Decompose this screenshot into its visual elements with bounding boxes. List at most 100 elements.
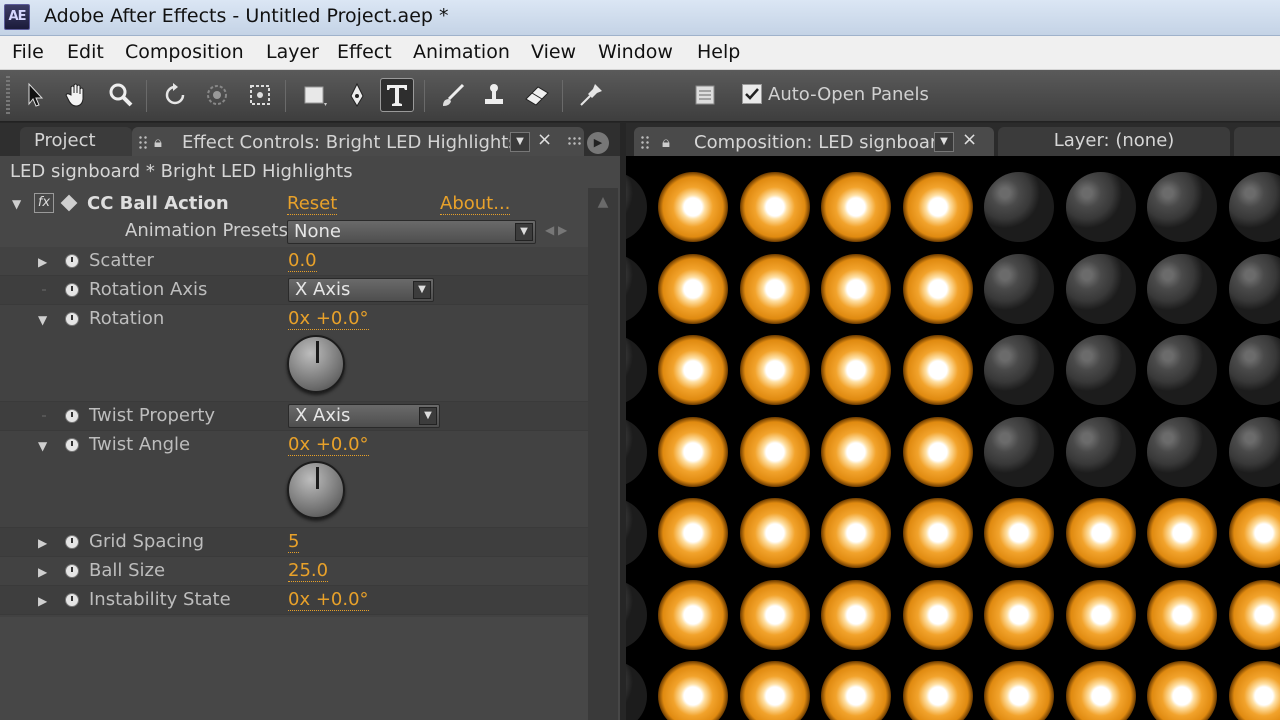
- puppet-pin-tool-icon[interactable]: [574, 78, 608, 112]
- twirl-down-icon[interactable]: ▼: [12, 197, 21, 211]
- tab-dropdown-icon[interactable]: ▼: [934, 132, 954, 152]
- instability-state-value[interactable]: 0x +0.0°: [288, 589, 369, 611]
- twist-angle-value[interactable]: 0x +0.0°: [288, 434, 369, 456]
- menu-animation[interactable]: Animation: [413, 41, 510, 63]
- led-ball-lit: [1065, 661, 1136, 720]
- workspace-panel-icon[interactable]: [688, 78, 722, 112]
- type-tool-icon[interactable]: [380, 78, 414, 112]
- orbit-camera-tool-icon[interactable]: [200, 78, 234, 112]
- lock-icon[interactable]: 🔒︎: [154, 133, 162, 151]
- property-label: Rotation Axis: [89, 279, 208, 300]
- led-ball-lit: [739, 416, 810, 487]
- led-ball-lit: [821, 661, 891, 720]
- stopwatch-icon[interactable]: [65, 283, 79, 297]
- stopwatch-icon[interactable]: [65, 593, 79, 607]
- twirl-right-icon[interactable]: ▶: [38, 255, 47, 269]
- property-label: Twist Angle: [89, 434, 191, 455]
- twirl-right-icon[interactable]: ▶: [38, 594, 47, 608]
- pan-behind-tool-icon[interactable]: [243, 78, 277, 112]
- property-row-ball-size: ▶ Ball Size 25.0: [0, 557, 588, 586]
- eraser-tool-icon[interactable]: [520, 78, 554, 112]
- rotation-dial[interactable]: [287, 335, 345, 393]
- tab-composition[interactable]: 🔒︎ Composition: LED signboard ▼ ×: [634, 127, 994, 156]
- selection-tool-icon[interactable]: [18, 78, 52, 112]
- grid-spacing-value[interactable]: 5: [288, 531, 300, 553]
- menu-effect[interactable]: Effect: [337, 41, 392, 63]
- property-row-scatter: ▶ Scatter 0.0: [0, 247, 588, 276]
- effect-controls-panel: Project 🔒︎ Effect Controls: Bright LED H…: [0, 123, 620, 720]
- menu-file[interactable]: File: [12, 41, 44, 63]
- title-bar: AE Adobe After Effects - Untitled Projec…: [0, 0, 1280, 36]
- twist-angle-dial[interactable]: [287, 461, 345, 519]
- stopwatch-icon[interactable]: [65, 535, 79, 549]
- stopwatch-icon[interactable]: [65, 564, 79, 578]
- animation-presets-dropdown[interactable]: None ▼: [287, 220, 536, 244]
- led-ball-lit: [902, 335, 973, 405]
- led-ball-lit: [821, 416, 891, 487]
- chevron-down-icon[interactable]: ▼: [419, 407, 437, 425]
- stopwatch-icon[interactable]: [65, 438, 79, 452]
- tab-grip-icon[interactable]: [138, 135, 148, 149]
- rectangle-tool-icon[interactable]: [297, 78, 331, 112]
- rotation-axis-value: X Axis: [295, 279, 351, 300]
- menu-edit[interactable]: Edit: [67, 41, 104, 63]
- rotation-value[interactable]: 0x +0.0°: [288, 308, 369, 330]
- auto-open-panels-checkbox[interactable]: [742, 84, 762, 104]
- stopwatch-icon[interactable]: [65, 312, 79, 326]
- fx-toggle-icon[interactable]: fx: [34, 193, 54, 213]
- menu-layer[interactable]: Layer: [266, 41, 319, 63]
- scatter-value[interactable]: 0.0: [288, 250, 317, 272]
- led-ball-lit: [1065, 498, 1136, 568]
- zoom-tool-icon[interactable]: [104, 78, 138, 112]
- menu-window[interactable]: Window: [598, 41, 673, 63]
- pen-tool-icon[interactable]: [340, 78, 374, 112]
- stopwatch-icon[interactable]: [65, 409, 79, 423]
- lock-icon[interactable]: 🔒︎: [662, 133, 670, 151]
- rotation-tool-icon[interactable]: [158, 78, 192, 112]
- twirl-down-icon[interactable]: ▼: [38, 313, 47, 327]
- menu-view[interactable]: View: [531, 41, 576, 63]
- tab-project[interactable]: Project: [20, 127, 132, 156]
- twirl-right-icon[interactable]: ▶: [38, 536, 47, 550]
- panel-grip[interactable]: [6, 76, 10, 116]
- menu-composition[interactable]: Composition: [125, 41, 244, 63]
- stopwatch-icon[interactable]: [65, 254, 79, 268]
- tab-layer[interactable]: Layer: (none): [998, 127, 1230, 156]
- panel-menu[interactable]: ▶: [565, 132, 617, 154]
- ball-size-value[interactable]: 25.0: [288, 560, 329, 582]
- led-ball-lit: [821, 172, 891, 242]
- toolbar-separator: [146, 80, 147, 112]
- tab-overflow[interactable]: [1234, 127, 1280, 156]
- chevron-down-icon[interactable]: ▼: [413, 281, 431, 299]
- composition-viewer[interactable]: [626, 156, 1280, 720]
- property-label: Ball Size: [89, 560, 166, 581]
- vertical-scrollbar[interactable]: ▲: [588, 188, 618, 720]
- panel-menu-arrow-icon[interactable]: ▶: [587, 132, 609, 154]
- reset-link[interactable]: Reset: [287, 193, 338, 215]
- close-icon[interactable]: ×: [537, 129, 552, 150]
- led-ball-edge: [626, 661, 647, 720]
- twirl-down-icon[interactable]: ▼: [38, 439, 47, 453]
- rotation-axis-dropdown[interactable]: X Axis ▼: [288, 278, 434, 302]
- led-ball-unlit: [1147, 172, 1217, 242]
- brush-tool-icon[interactable]: [436, 78, 470, 112]
- twirl-right-icon[interactable]: ▶: [38, 565, 47, 579]
- preset-prev-next-icon[interactable]: ◀ ▶: [545, 223, 567, 237]
- scroll-up-icon[interactable]: ▲: [593, 194, 613, 212]
- close-icon[interactable]: ×: [962, 129, 977, 150]
- chevron-down-icon[interactable]: ▼: [515, 223, 533, 241]
- hand-tool-icon[interactable]: [60, 78, 94, 112]
- tab-grip-icon[interactable]: [640, 135, 650, 149]
- tab-effect-controls[interactable]: 🔒︎ Effect Controls: Bright LED Highlight…: [132, 127, 584, 156]
- menu-help[interactable]: Help: [697, 41, 740, 63]
- tab-dropdown-icon[interactable]: ▼: [510, 132, 530, 152]
- led-ball-lit: [1147, 661, 1217, 720]
- about-link[interactable]: About...: [440, 193, 511, 215]
- led-ball-lit: [984, 498, 1054, 568]
- tab-effect-controls-label: Effect Controls: Bright LED Highlights: [182, 132, 518, 153]
- clone-stamp-tool-icon[interactable]: [477, 78, 511, 112]
- effect-header: ▼ fx CC Ball Action Reset About...: [0, 190, 588, 220]
- led-ball-lit: [658, 416, 728, 487]
- led-ball-edge: [626, 416, 647, 487]
- twist-property-dropdown[interactable]: X Axis ▼: [288, 404, 440, 428]
